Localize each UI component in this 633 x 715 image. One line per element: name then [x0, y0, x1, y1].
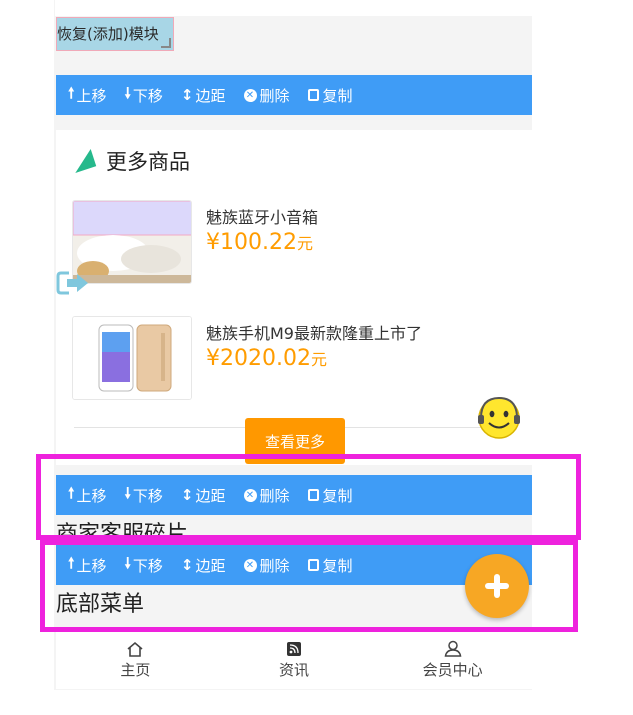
previous-module: [55, 0, 532, 16]
product-image[interactable]: [72, 316, 192, 400]
selected-module-outline: [36, 454, 581, 540]
product-item[interactable]: 魅族手机M9最新款隆重上市了 ¥2020.02元: [72, 316, 512, 402]
more-goods-module: 更多商品 魅族蓝牙小音箱 ¥100.22元 魅族手机M9最新款隆重上市了 ¥20…: [56, 130, 532, 465]
product-price: ¥100.22元: [206, 230, 313, 255]
product-price: ¥2020.02元: [206, 346, 327, 371]
product-name[interactable]: 魅族蓝牙小音箱: [206, 204, 318, 228]
exit-icon[interactable]: [56, 270, 90, 296]
add-module-button[interactable]: [465, 554, 529, 618]
nav-news[interactable]: 资讯: [215, 631, 374, 689]
customer-service-smiley-icon[interactable]: [475, 394, 523, 442]
resize-handle-icon[interactable]: [161, 38, 171, 48]
close-circle-icon: ✕: [243, 88, 257, 102]
home-icon: [127, 641, 143, 657]
more-goods-heading: 更多商品: [69, 146, 190, 176]
product-item[interactable]: 魅族蓝牙小音箱 ¥100.22元: [72, 200, 512, 286]
nav-member-center[interactable]: 会员中心: [373, 631, 532, 689]
bottom-nav: 主页 资讯 会员中心: [56, 630, 532, 689]
margin-button[interactable]: ↕ 边距: [181, 85, 226, 106]
delete-button[interactable]: ✕ 删除: [243, 85, 290, 106]
vertical-resize-icon: ↕: [180, 86, 194, 104]
arrow-up-icon: 🠕: [68, 83, 75, 102]
module-toolbar: 🠕 上移 🠗 下移 ↕ 边距 ✕ 删除 复制: [56, 75, 532, 115]
move-down-button[interactable]: 🠗 下移: [124, 83, 162, 108]
arrow-down-icon: 🠗: [124, 83, 131, 102]
restore-module-label: 恢复(添加)模块: [57, 25, 159, 43]
paper-plane-icon: [69, 149, 97, 173]
restore-module-button[interactable]: 恢复(添加)模块: [56, 17, 174, 51]
user-icon: [444, 640, 462, 657]
move-up-button[interactable]: 🠕 上移: [68, 83, 106, 108]
copy-icon: [307, 89, 319, 101]
copy-button[interactable]: 复制: [307, 85, 353, 106]
product-name[interactable]: 魅族手机M9最新款隆重上市了: [206, 320, 422, 344]
product-image[interactable]: [72, 200, 192, 284]
rss-icon: [287, 641, 301, 656]
nav-home[interactable]: 主页: [56, 631, 215, 689]
